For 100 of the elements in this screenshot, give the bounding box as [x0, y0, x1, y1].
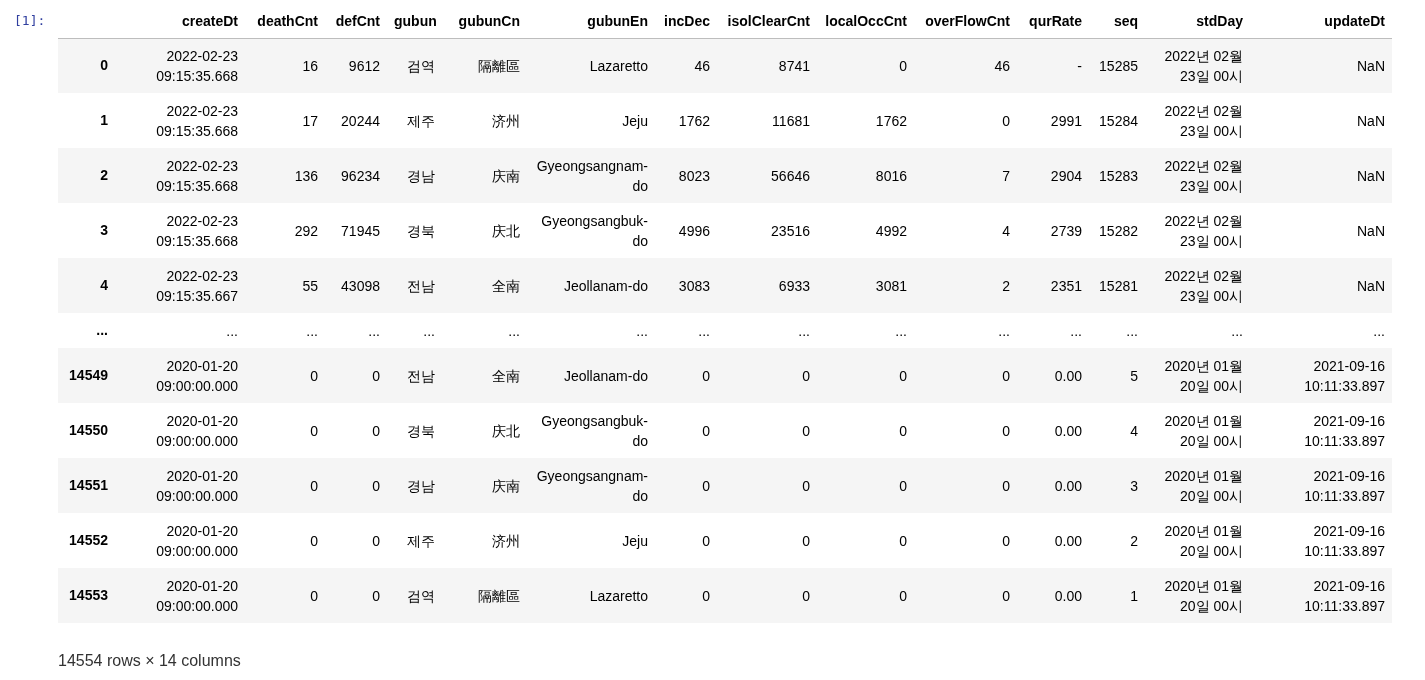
table-cell: 17: [302, 112, 318, 129]
table-cell: NaN: [1357, 222, 1385, 239]
table-cell: 2020-01-20 09:00:00.000: [156, 577, 238, 614]
table-cell: Lazaretto: [589, 57, 648, 74]
table-cell: 济州: [492, 112, 520, 129]
column-header: gubun: [394, 12, 437, 29]
table-cell: 23516: [771, 222, 810, 239]
table-cell: 0: [702, 587, 710, 604]
table-cell: ...: [306, 322, 318, 339]
table-cell: 경남: [407, 477, 435, 494]
table-cell: 3: [1130, 477, 1138, 494]
row-index: ...: [96, 322, 108, 338]
table-cell: ...: [368, 322, 380, 339]
table-cell: 0: [310, 477, 318, 494]
table-cell: NaN: [1357, 277, 1385, 294]
table-cell: 2022년 02월 23일 00시: [1164, 212, 1243, 249]
table-cell: 全南: [492, 277, 520, 294]
table-cell: 검역: [407, 587, 435, 604]
table-cell: 0.00: [1054, 422, 1082, 439]
table-cell: 2022-02-23 09:15:35.668: [156, 47, 238, 84]
table-cell: 경남: [407, 167, 435, 184]
table-cell: 2021-09-16 10:11:33.897: [1304, 412, 1385, 449]
table-cell: 3083: [678, 277, 710, 294]
table-cell: 0: [802, 367, 810, 384]
table-cell: 46: [994, 57, 1010, 74]
table-cell: ...: [698, 322, 710, 339]
table-cell: 2022-02-23 09:15:35.667: [156, 267, 238, 304]
table-cell: 2022년 02월 23일 00시: [1164, 47, 1243, 84]
table-cell: 6933: [778, 277, 810, 294]
table-cell: 2020년 01월 20일 00시: [1164, 577, 1243, 614]
table-cell: 0: [899, 532, 907, 549]
table-cell: 292: [294, 222, 318, 239]
row-index: 3: [100, 222, 108, 238]
table-cell: 1762: [678, 112, 710, 129]
column-header: seq: [1113, 12, 1138, 29]
table-cell: 56646: [771, 167, 810, 184]
table-cell: 2020년 01월 20일 00시: [1164, 522, 1243, 559]
table-cell: 0: [702, 422, 710, 439]
table-cell: 9612: [348, 57, 380, 74]
row-index: 14549: [69, 367, 108, 383]
table-cell: 0: [310, 532, 318, 549]
column-header: defCnt: [335, 12, 380, 29]
table-cell: 71945: [341, 222, 380, 239]
table-cell: ...: [508, 322, 520, 339]
table-cell: 0: [802, 587, 810, 604]
table-cell: 0.00: [1054, 367, 1082, 384]
table-cell: 제주: [407, 532, 435, 549]
cell-prompt: [1]:: [14, 13, 46, 28]
table-cell: ...: [423, 322, 435, 339]
column-header: deathCnt: [257, 12, 318, 29]
table-cell: Gyeongsangbuk-do: [541, 412, 648, 449]
table-cell: 136: [294, 167, 318, 184]
table-cell: 1762: [875, 112, 907, 129]
table-cell: ...: [1126, 322, 1138, 339]
row-index: 1: [100, 112, 108, 128]
row-index: 14550: [69, 422, 108, 438]
table-cell: 2: [1130, 532, 1138, 549]
row-index: 2: [100, 167, 108, 183]
table-cell: 0: [899, 367, 907, 384]
table-cell: 제주: [407, 112, 435, 129]
table-cell: 0: [702, 532, 710, 549]
table-cell: ...: [998, 322, 1010, 339]
table-cell: 0.00: [1054, 532, 1082, 549]
column-header: localOccCnt: [825, 12, 907, 29]
column-header: incDec: [664, 12, 710, 29]
table-cell: 0: [372, 422, 380, 439]
table-cell: 2020-01-20 09:00:00.000: [156, 522, 238, 559]
table-cell: 20244: [341, 112, 380, 129]
table-summary: 14554 rows × 14 columns: [58, 652, 241, 669]
table-cell: 隔離區: [478, 587, 520, 604]
table-cell: 96234: [341, 167, 380, 184]
table-cell: 2020년 01월 20일 00시: [1164, 467, 1243, 504]
table-cell: 경북: [407, 222, 435, 239]
table-cell: NaN: [1357, 57, 1385, 74]
table-cell: ...: [1070, 322, 1082, 339]
table-cell: 庆南: [492, 477, 520, 494]
table-cell: 0: [372, 477, 380, 494]
table-cell: Jeju: [622, 532, 648, 549]
table-cell: 7: [1002, 167, 1010, 184]
table-cell: 隔離區: [478, 57, 520, 74]
table-cell: 0: [1002, 112, 1010, 129]
table-cell: 0: [1002, 422, 1010, 439]
table-cell: 2021-09-16 10:11:33.897: [1304, 577, 1385, 614]
table-cell: 16: [302, 57, 318, 74]
table-cell: 4996: [678, 222, 710, 239]
table-cell: 8016: [875, 167, 907, 184]
table-cell: 全南: [492, 367, 520, 384]
table-cell: 5: [1130, 367, 1138, 384]
table-cell: 2020-01-20 09:00:00.000: [156, 357, 238, 394]
table-cell: 4992: [875, 222, 907, 239]
table-cell: 济州: [492, 532, 520, 549]
table-cell: 8023: [678, 167, 710, 184]
table-cell: 0: [802, 477, 810, 494]
table-cell: 2021-09-16 10:11:33.897: [1304, 522, 1385, 559]
column-header: stdDay: [1196, 12, 1243, 29]
table-cell: 2022-02-23 09:15:35.668: [156, 212, 238, 249]
row-index: 4: [100, 277, 108, 293]
column-header: isolClearCnt: [727, 12, 810, 29]
table-cell: 2: [1002, 277, 1010, 294]
table-cell: 43098: [341, 277, 380, 294]
